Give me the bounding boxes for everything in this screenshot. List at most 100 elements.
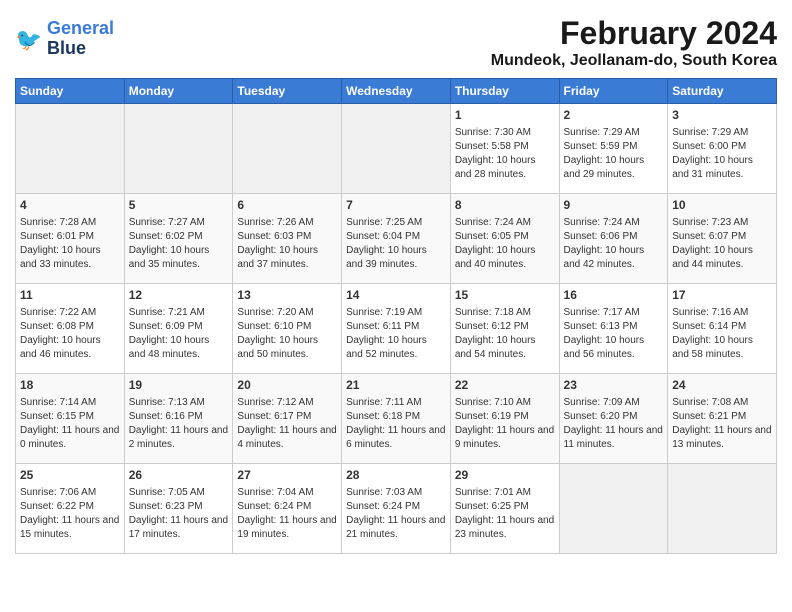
calendar-cell: 2 Sunrise: 7:29 AMSunset: 5:59 PMDaylight…	[559, 104, 668, 194]
day-info: Sunrise: 7:28 AMSunset: 6:01 PMDaylight:…	[20, 216, 120, 272]
day-number: 3	[672, 107, 772, 124]
logo-text: General Blue	[47, 19, 114, 59]
day-number: 24	[672, 377, 772, 394]
calendar-cell: 15 Sunrise: 7:18 AMSunset: 6:12 PMDayligh…	[450, 284, 559, 374]
day-number: 18	[20, 377, 120, 394]
weekday-thursday: Thursday	[450, 79, 559, 104]
day-number: 2	[564, 107, 664, 124]
calendar-cell: 26 Sunrise: 7:05 AMSunset: 6:23 PMDayligh…	[124, 464, 233, 554]
calendar-cell: 24 Sunrise: 7:08 AMSunset: 6:21 PMDayligh…	[668, 374, 777, 464]
day-number: 27	[237, 467, 337, 484]
calendar-cell: 16 Sunrise: 7:17 AMSunset: 6:13 PMDayligh…	[559, 284, 668, 374]
day-number: 26	[129, 467, 229, 484]
calendar-cell: 28 Sunrise: 7:03 AMSunset: 6:24 PMDayligh…	[342, 464, 451, 554]
day-number: 9	[564, 197, 664, 214]
title-area: February 2024 Mundeok, Jeollanam-do, Sou…	[491, 15, 777, 70]
day-info: Sunrise: 7:03 AMSunset: 6:24 PMDaylight:…	[346, 486, 446, 542]
calendar-cell	[124, 104, 233, 194]
calendar-cell: 4 Sunrise: 7:28 AMSunset: 6:01 PMDaylight…	[16, 194, 125, 284]
day-number: 8	[455, 197, 555, 214]
day-info: Sunrise: 7:16 AMSunset: 6:14 PMDaylight:…	[672, 306, 772, 362]
week-row-5: 25Sunrise: 7:06 AMSunset: 6:22 PMDayligh…	[16, 464, 777, 554]
calendar-cell	[16, 104, 125, 194]
day-info: Sunrise: 7:05 AMSunset: 6:23 PMDaylight:…	[129, 486, 229, 542]
calendar-cell: 7Sunrise: 7:25 AMSunset: 6:04 PMDaylight…	[342, 194, 451, 284]
day-number: 21	[346, 377, 446, 394]
day-number: 22	[455, 377, 555, 394]
calendar-cell: 19 Sunrise: 7:13 AMSunset: 6:16 PMDayligh…	[124, 374, 233, 464]
day-number: 19	[129, 377, 229, 394]
calendar-cell: 13 Sunrise: 7:20 AMSunset: 6:10 PMDayligh…	[233, 284, 342, 374]
day-number: 11	[20, 287, 120, 304]
day-info: Sunrise: 7:12 AMSunset: 6:17 PMDaylight:…	[237, 396, 337, 452]
day-info: Sunrise: 7:19 AMSunset: 6:11 PMDaylight:…	[346, 306, 446, 362]
day-number: 15	[455, 287, 555, 304]
calendar-cell: 10 Sunrise: 7:23 AMSunset: 6:07 PMDayligh…	[668, 194, 777, 284]
day-number: 7	[346, 197, 446, 214]
logo-icon: 🐦	[15, 25, 43, 53]
day-number: 20	[237, 377, 337, 394]
day-info: Sunrise: 7:29 AMSunset: 6:00 PMDaylight:…	[672, 126, 772, 182]
day-number: 13	[237, 287, 337, 304]
calendar-cell: 21 Sunrise: 7:11 AMSunset: 6:18 PMDayligh…	[342, 374, 451, 464]
week-row-4: 18Sunrise: 7:14 AMSunset: 6:15 PMDayligh…	[16, 374, 777, 464]
calendar-cell: 5Sunrise: 7:27 AMSunset: 6:02 PMDaylight…	[124, 194, 233, 284]
svg-text:🐦: 🐦	[15, 27, 42, 52]
day-info: Sunrise: 7:17 AMSunset: 6:13 PMDaylight:…	[564, 306, 664, 362]
calendar-cell: 17 Sunrise: 7:16 AMSunset: 6:14 PMDayligh…	[668, 284, 777, 374]
weekday-friday: Friday	[559, 79, 668, 104]
calendar-cell	[342, 104, 451, 194]
calendar-cell: 3 Sunrise: 7:29 AMSunset: 6:00 PMDaylight…	[668, 104, 777, 194]
day-number: 25	[20, 467, 120, 484]
calendar-cell: 22 Sunrise: 7:10 AMSunset: 6:19 PMDayligh…	[450, 374, 559, 464]
calendar-cell: 9 Sunrise: 7:24 AMSunset: 6:06 PMDaylight…	[559, 194, 668, 284]
day-number: 16	[564, 287, 664, 304]
calendar-cell: 1Sunrise: 7:30 AMSunset: 5:58 PMDaylight…	[450, 104, 559, 194]
calendar-cell: 27 Sunrise: 7:04 AMSunset: 6:24 PMDayligh…	[233, 464, 342, 554]
calendar-cell: 20 Sunrise: 7:12 AMSunset: 6:17 PMDayligh…	[233, 374, 342, 464]
header: 🐦 General Blue February 2024 Mundeok, Je…	[15, 15, 777, 70]
day-info: Sunrise: 7:08 AMSunset: 6:21 PMDaylight:…	[672, 396, 772, 452]
weekday-saturday: Saturday	[668, 79, 777, 104]
day-number: 12	[129, 287, 229, 304]
day-info: Sunrise: 7:30 AMSunset: 5:58 PMDaylight:…	[455, 126, 555, 182]
day-info: Sunrise: 7:10 AMSunset: 6:19 PMDaylight:…	[455, 396, 555, 452]
day-number: 4	[20, 197, 120, 214]
calendar-cell: 11 Sunrise: 7:22 AMSunset: 6:08 PMDayligh…	[16, 284, 125, 374]
calendar-cell: 29Sunrise: 7:01 AMSunset: 6:25 PMDayligh…	[450, 464, 559, 554]
calendar-cell	[233, 104, 342, 194]
calendar-table: SundayMondayTuesdayWednesdayThursdayFrid…	[15, 78, 777, 554]
day-info: Sunrise: 7:20 AMSunset: 6:10 PMDaylight:…	[237, 306, 337, 362]
calendar-cell	[559, 464, 668, 554]
week-row-3: 11 Sunrise: 7:22 AMSunset: 6:08 PMDayligh…	[16, 284, 777, 374]
week-row-2: 4 Sunrise: 7:28 AMSunset: 6:01 PMDaylight…	[16, 194, 777, 284]
weekday-sunday: Sunday	[16, 79, 125, 104]
calendar-cell: 25Sunrise: 7:06 AMSunset: 6:22 PMDayligh…	[16, 464, 125, 554]
day-info: Sunrise: 7:21 AMSunset: 6:09 PMDaylight:…	[129, 306, 229, 362]
day-info: Sunrise: 7:27 AMSunset: 6:02 PMDaylight:…	[129, 216, 229, 272]
day-number: 28	[346, 467, 446, 484]
day-info: Sunrise: 7:11 AMSunset: 6:18 PMDaylight:…	[346, 396, 446, 452]
day-info: Sunrise: 7:18 AMSunset: 6:12 PMDaylight:…	[455, 306, 555, 362]
main-title: February 2024	[491, 15, 777, 52]
day-number: 29	[455, 467, 555, 484]
day-info: Sunrise: 7:24 AMSunset: 6:05 PMDaylight:…	[455, 216, 555, 272]
day-info: Sunrise: 7:22 AMSunset: 6:08 PMDaylight:…	[20, 306, 120, 362]
weekday-monday: Monday	[124, 79, 233, 104]
day-info: Sunrise: 7:24 AMSunset: 6:06 PMDaylight:…	[564, 216, 664, 272]
day-number: 10	[672, 197, 772, 214]
weekday-wednesday: Wednesday	[342, 79, 451, 104]
calendar-cell: 6Sunrise: 7:26 AMSunset: 6:03 PMDaylight…	[233, 194, 342, 284]
day-number: 6	[237, 197, 337, 214]
day-number: 17	[672, 287, 772, 304]
logo: 🐦 General Blue	[15, 15, 114, 59]
calendar-cell: 8 Sunrise: 7:24 AMSunset: 6:05 PMDaylight…	[450, 194, 559, 284]
day-info: Sunrise: 7:04 AMSunset: 6:24 PMDaylight:…	[237, 486, 337, 542]
weekday-tuesday: Tuesday	[233, 79, 342, 104]
day-info: Sunrise: 7:13 AMSunset: 6:16 PMDaylight:…	[129, 396, 229, 452]
day-info: Sunrise: 7:23 AMSunset: 6:07 PMDaylight:…	[672, 216, 772, 272]
day-info: Sunrise: 7:29 AMSunset: 5:59 PMDaylight:…	[564, 126, 664, 182]
calendar-cell: 14Sunrise: 7:19 AMSunset: 6:11 PMDayligh…	[342, 284, 451, 374]
week-row-1: 1Sunrise: 7:30 AMSunset: 5:58 PMDaylight…	[16, 104, 777, 194]
subtitle: Mundeok, Jeollanam-do, South Korea	[491, 52, 777, 70]
